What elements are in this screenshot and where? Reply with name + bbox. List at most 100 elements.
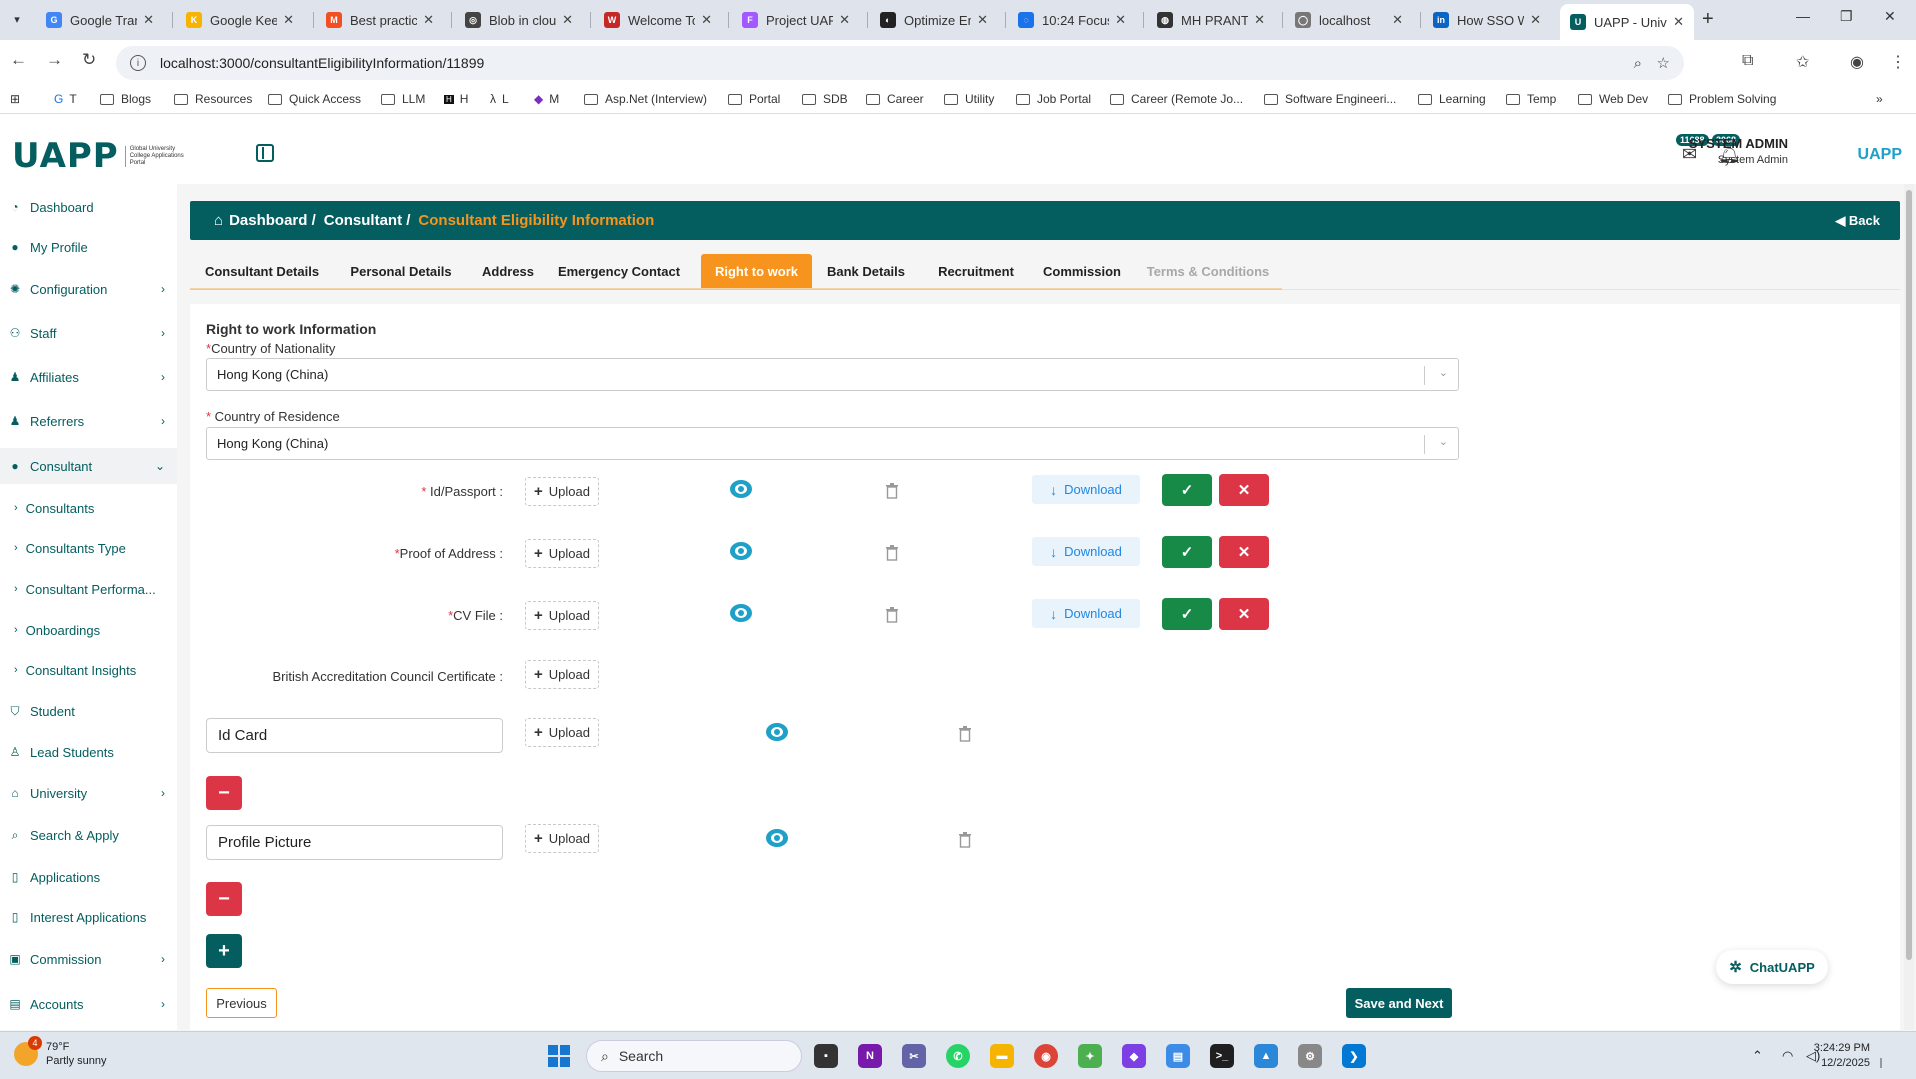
browser-tab[interactable]: in How SSO W ✕: [1423, 4, 1551, 36]
visual-studio-icon[interactable]: ◆: [1122, 1044, 1146, 1068]
trash-icon[interactable]: [958, 726, 972, 742]
back-button[interactable]: ◀︎ Back: [1835, 213, 1880, 229]
bookmark-folder[interactable]: Portal: [728, 92, 780, 106]
download-id-passport-button[interactable]: ↓ Download: [1032, 475, 1140, 504]
sidebar-item-applications[interactable]: ▯ Applications: [0, 860, 177, 894]
tab-bank-details[interactable]: Bank Details: [812, 254, 920, 288]
eye-icon[interactable]: [729, 603, 753, 623]
system-clock[interactable]: 3:24:29 PM 12/2/2025: [1814, 1041, 1870, 1071]
app-icon[interactable]: ⚙: [1298, 1044, 1322, 1068]
profile-avatar[interactable]: ◉: [1850, 52, 1864, 72]
trash-icon[interactable]: [885, 545, 899, 561]
bookmark-folder[interactable]: Software Engineeri...: [1264, 92, 1396, 106]
bookmark-folder[interactable]: Temp: [1506, 92, 1556, 106]
close-icon[interactable]: ✕: [143, 12, 154, 28]
approve-cv-file-button[interactable]: ✓: [1162, 598, 1212, 630]
close-icon[interactable]: ✕: [1115, 12, 1126, 28]
browser-tab[interactable]: KGoogle Keep✕: [176, 4, 304, 36]
breadcrumb-consultant[interactable]: Consultant /: [324, 212, 411, 229]
sidebar-toggle-icon[interactable]: [256, 144, 274, 162]
minimize-icon[interactable]: —: [1796, 8, 1810, 24]
document-name-input[interactable]: Profile Picture: [206, 825, 503, 860]
reject-id-passport-button[interactable]: ✕: [1219, 474, 1269, 506]
upload-id-passport-button[interactable]: + Upload: [525, 477, 599, 506]
home-icon[interactable]: ⌂: [214, 212, 223, 229]
bookmark-item[interactable]: HH: [444, 92, 468, 106]
back-arrow-icon[interactable]: ←: [10, 50, 27, 70]
reload-icon[interactable]: ↻: [82, 50, 96, 70]
wifi-icon[interactable]: ◠: [1782, 1048, 1793, 1064]
upload-proof-of-address-button[interactable]: + Upload: [525, 539, 599, 568]
sidebar-item-interest-applications[interactable]: ▯ Interest Applications: [0, 900, 177, 934]
terminal-icon[interactable]: >_: [1210, 1044, 1234, 1068]
close-icon[interactable]: ✕: [423, 12, 434, 28]
close-icon[interactable]: ✕: [701, 12, 712, 28]
close-icon[interactable]: ✕: [1673, 14, 1684, 30]
download-cv-file-button[interactable]: ↓ Download: [1032, 599, 1140, 628]
sidebar-item-affiliates[interactable]: ♟ Affiliates ›: [0, 360, 177, 394]
extensions-icon[interactable]: ⧉: [1742, 52, 1753, 70]
browser-tab[interactable]: ◎ Blob in cloud ✕: [455, 4, 583, 36]
zoom-icon[interactable]: ⌕: [1634, 55, 1642, 72]
sidebar-subitem-onboardings[interactable]: › Onboardings: [0, 614, 177, 646]
site-info-icon[interactable]: i: [130, 55, 146, 71]
bookmark-folder[interactable]: Asp.Net (Interview): [584, 92, 707, 106]
onenote-icon[interactable]: N: [858, 1044, 882, 1068]
sidebar-subitem-consultant-insights[interactable]: › Consultant Insights: [0, 654, 177, 686]
reject-proof-of-address-button[interactable]: ✕: [1219, 536, 1269, 568]
sidebar-item-configuration[interactable]: ✺ Configuration ›: [0, 272, 177, 306]
bookmark-star-icon[interactable]: ☆: [1657, 54, 1670, 72]
bookmark-folder[interactable]: Learning: [1418, 92, 1486, 106]
tab-recruitment[interactable]: Recruitment: [920, 254, 1032, 288]
browser-tab[interactable]: MBest practice✕: [316, 4, 444, 36]
browser-tab-active[interactable]: U UAPP - Univ ✕: [1560, 4, 1694, 40]
close-icon[interactable]: ✕: [839, 12, 850, 28]
chrome-icon[interactable]: ◉: [1034, 1044, 1058, 1068]
tab-commission[interactable]: Commission: [1032, 254, 1132, 288]
browser-tab[interactable]: W Welcome To ✕: [594, 4, 722, 36]
add-document-button[interactable]: +: [206, 934, 242, 968]
browser-tab[interactable]: ◍MH PRANTA✕: [1147, 4, 1275, 36]
tab-consultant-details[interactable]: Consultant Details: [190, 254, 334, 288]
bookmark-folder[interactable]: Job Portal: [1016, 92, 1091, 106]
chevron-up-icon[interactable]: ⌃: [1752, 1048, 1763, 1064]
sidebar-item-accounts[interactable]: ▤ Accounts ›: [0, 987, 177, 1021]
show-desktop-button[interactable]: [1880, 1058, 1882, 1068]
eye-icon[interactable]: [729, 541, 753, 561]
bookmark-folder[interactable]: LLM: [381, 92, 425, 106]
bookmark-folder[interactable]: SDB: [802, 92, 848, 106]
windows-start-icon[interactable]: [548, 1045, 570, 1067]
browser-tab[interactable]: G Google Tran ✕: [36, 4, 164, 36]
trash-icon[interactable]: [958, 832, 972, 848]
sidebar-item-search-apply[interactable]: ⌕ Search & Apply: [0, 818, 177, 852]
reject-cv-file-button[interactable]: ✕: [1219, 598, 1269, 630]
url-input[interactable]: i localhost:3000/consultantEligibilityIn…: [116, 46, 1684, 80]
upload-id-card-button[interactable]: + Upload: [525, 718, 599, 747]
sidebar-item-staff[interactable]: ⚇ Staff ›: [0, 316, 177, 350]
nationality-select[interactable]: Hong Kong (China) ⌄: [206, 358, 1459, 391]
trash-icon[interactable]: [885, 483, 899, 499]
bookmark-folder[interactable]: Utility: [944, 92, 994, 106]
upload-profile-picture-button[interactable]: + Upload: [525, 824, 599, 853]
sidebar-item-lead-students[interactable]: ♙ Lead Students: [0, 735, 177, 769]
bookmark-folder[interactable]: Career (Remote Jo...: [1110, 92, 1243, 106]
sidebar-item-dashboard[interactable]: ◔ Dashboard: [0, 190, 177, 224]
chat-uapp-button[interactable]: ✲ ChatUAPP: [1716, 950, 1828, 984]
restore-icon[interactable]: ❐: [1840, 8, 1853, 25]
photos-icon[interactable]: ▲: [1254, 1044, 1278, 1068]
new-tab-icon[interactable]: +: [1702, 8, 1714, 31]
tab-emergency-contact[interactable]: Emergency Contact: [548, 254, 690, 288]
bookmark-folder[interactable]: Resources: [174, 92, 252, 106]
favorites-icon[interactable]: ✩: [1796, 52, 1809, 72]
notepad-icon[interactable]: ▤: [1166, 1044, 1190, 1068]
browser-tab[interactable]: ◯ localhost ✕: [1285, 4, 1413, 36]
sidebar-subitem-consultants-type[interactable]: › Consultants Type: [0, 532, 177, 564]
previous-button[interactable]: Previous: [206, 988, 277, 1018]
trash-icon[interactable]: [885, 607, 899, 623]
snipping-tool-icon[interactable]: ✂: [902, 1044, 926, 1068]
upload-cv-file-button[interactable]: + Upload: [525, 601, 599, 630]
bookmark-item[interactable]: ◆ M: [534, 92, 559, 106]
browser-tab[interactable]: FProject UAPP✕: [732, 4, 860, 36]
close-icon[interactable]: ✕: [1254, 12, 1265, 28]
remove-document-button[interactable]: −: [206, 882, 242, 916]
